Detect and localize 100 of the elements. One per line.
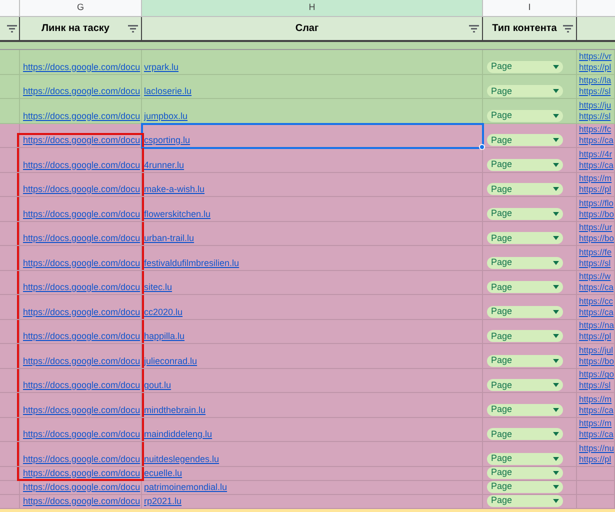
task-link[interactable]: https://docs.google.com/docu [23, 258, 140, 268]
task-link[interactable]: https://docs.google.com/docu [23, 454, 140, 464]
slug-link[interactable]: patrimoinemondial.lu [144, 482, 228, 492]
slug-link[interactable]: jumpbox.lu [144, 110, 188, 122]
page-link[interactable]: https://sl [579, 86, 614, 98]
page-link[interactable]: https://go [579, 369, 614, 380]
page-link[interactable]: https://sl [579, 380, 614, 392]
slug-link[interactable]: make-a-wish.lu [144, 184, 205, 195]
slug-link[interactable]: cc2020.lu [144, 306, 183, 318]
page-link[interactable]: https://vr [579, 50, 614, 62]
page-link[interactable]: https://bo [579, 356, 614, 367]
task-link[interactable]: https://docs.google.com/docu [23, 482, 140, 492]
task-link[interactable]: https://docs.google.com/docu [23, 160, 140, 170]
filter-icon[interactable] [563, 24, 573, 32]
page-link[interactable]: https://ca [579, 282, 614, 294]
content-type-dropdown[interactable]: Page [487, 134, 563, 146]
page-link[interactable]: https://ca [579, 429, 614, 440]
page-link[interactable]: https://jul [579, 344, 614, 356]
page-link[interactable]: https://sl [579, 110, 614, 122]
content-type-dropdown[interactable]: Page [487, 306, 563, 318]
page-link[interactable]: https://na [579, 320, 614, 332]
task-link[interactable]: https://docs.google.com/docu [23, 135, 140, 146]
slug-link[interactable]: 4runner.lu [144, 160, 184, 170]
content-type-dropdown[interactable]: Page [487, 466, 563, 478]
content-type-dropdown[interactable]: Page [487, 158, 563, 170]
filter-icon[interactable] [469, 24, 479, 32]
page-link[interactable]: https://sl [579, 258, 614, 269]
task-link[interactable]: https://docs.google.com/docu [23, 306, 140, 318]
slug-link[interactable]: lacloserie.lu [144, 86, 192, 97]
page-link[interactable]: https://ca [579, 160, 614, 171]
task-link[interactable]: https://docs.google.com/docu [23, 110, 140, 122]
task-link[interactable]: https://docs.google.com/docu [23, 86, 140, 97]
page-link[interactable]: https://ju [579, 100, 614, 111]
content-type-dropdown[interactable]: Page [487, 330, 563, 342]
page-link[interactable]: https://ur [579, 222, 614, 234]
page-link[interactable]: https://pl [579, 184, 614, 196]
task-link[interactable]: https://docs.google.com/docu [23, 496, 140, 506]
content-type-dropdown[interactable]: Page [487, 480, 563, 492]
page-link[interactable]: https://nu [579, 442, 614, 454]
task-link[interactable]: https://docs.google.com/docu [23, 380, 140, 391]
slug-link[interactable]: nuitdeslegendes.lu [144, 454, 220, 464]
slug-link[interactable]: ecuelle.lu [144, 468, 182, 478]
slug-link[interactable]: flowerskitchen.lu [144, 208, 211, 220]
page-link[interactable]: https://la [579, 75, 614, 86]
page-link[interactable]: https://pl [579, 331, 614, 342]
page-link[interactable]: https://fe [579, 246, 614, 258]
task-link[interactable]: https://docs.google.com/docu [23, 356, 140, 366]
slug-link[interactable]: csporting.lu [144, 135, 190, 146]
task-link[interactable]: https://docs.google.com/docu [23, 468, 140, 478]
page-link[interactable]: https://bo [579, 208, 614, 220]
task-link[interactable]: https://docs.google.com/docu [23, 331, 140, 342]
fill-handle[interactable] [479, 144, 485, 150]
page-link[interactable]: https://pl [579, 62, 614, 73]
slug-link[interactable]: julieconrad.lu [144, 356, 198, 366]
filter-icon[interactable] [128, 24, 138, 32]
page-link[interactable]: https://cc [579, 296, 614, 307]
page-link[interactable]: https://pl [579, 454, 614, 465]
content-type-dropdown[interactable]: Page [487, 452, 563, 464]
slug-link[interactable]: maindiddeleng.lu [144, 429, 212, 440]
content-type-dropdown[interactable]: Page [487, 428, 563, 440]
page-link[interactable]: https://ca [579, 135, 614, 146]
content-type-dropdown[interactable]: Page [487, 208, 563, 220]
slug-link[interactable]: sitec.lu [144, 282, 172, 293]
content-type-dropdown[interactable]: Page [487, 110, 563, 122]
slug-link[interactable]: gout.lu [144, 380, 172, 391]
content-type-dropdown[interactable]: Page [487, 85, 563, 97]
page-link[interactable]: https://flo [579, 198, 614, 209]
task-link[interactable]: https://docs.google.com/docu [23, 429, 140, 440]
filter-icon[interactable] [7, 24, 17, 32]
column-letter[interactable]: I [483, 0, 577, 16]
content-type-dropdown[interactable]: Page [487, 60, 563, 72]
page-link[interactable]: https://m [579, 394, 614, 405]
task-link[interactable]: https://docs.google.com/docu [23, 404, 140, 416]
slug-link[interactable]: rp2021.lu [144, 496, 182, 506]
content-type-dropdown[interactable]: Page [487, 404, 563, 416]
page-link[interactable]: https://bo [579, 233, 614, 244]
task-link[interactable]: https://docs.google.com/docu [23, 184, 140, 195]
task-link[interactable]: https://docs.google.com/docu [23, 62, 140, 72]
task-link[interactable]: https://docs.google.com/docu [23, 233, 140, 244]
slug-link[interactable]: urban-trail.lu [144, 233, 194, 244]
content-type-dropdown[interactable]: Page [487, 379, 563, 391]
slug-link[interactable]: vrpark.lu [144, 62, 179, 72]
column-letter[interactable]: H [142, 0, 483, 16]
content-type-dropdown[interactable]: Page [487, 281, 563, 293]
slug-link[interactable]: festivaldufilmbresilien.lu [144, 258, 240, 268]
content-type-dropdown[interactable]: Page [487, 183, 563, 195]
page-link[interactable]: https://ca [579, 404, 614, 416]
page-link[interactable]: https://4r [579, 148, 614, 160]
content-type-dropdown[interactable]: Page [487, 232, 563, 244]
page-link[interactable]: https://fc [579, 124, 614, 136]
page-link[interactable]: https://ca [579, 306, 614, 318]
page-link[interactable]: https://m [579, 173, 614, 184]
slug-link[interactable]: happilla.lu [144, 331, 185, 342]
task-link[interactable]: https://docs.google.com/docu [23, 208, 140, 220]
content-type-dropdown[interactable]: Page [487, 354, 563, 366]
task-link[interactable]: https://docs.google.com/docu [23, 282, 140, 293]
page-link[interactable]: https://m [579, 418, 614, 430]
content-type-dropdown[interactable]: Page [487, 256, 563, 268]
page-link[interactable]: https://w [579, 271, 614, 282]
content-type-dropdown[interactable]: Page [487, 494, 563, 506]
